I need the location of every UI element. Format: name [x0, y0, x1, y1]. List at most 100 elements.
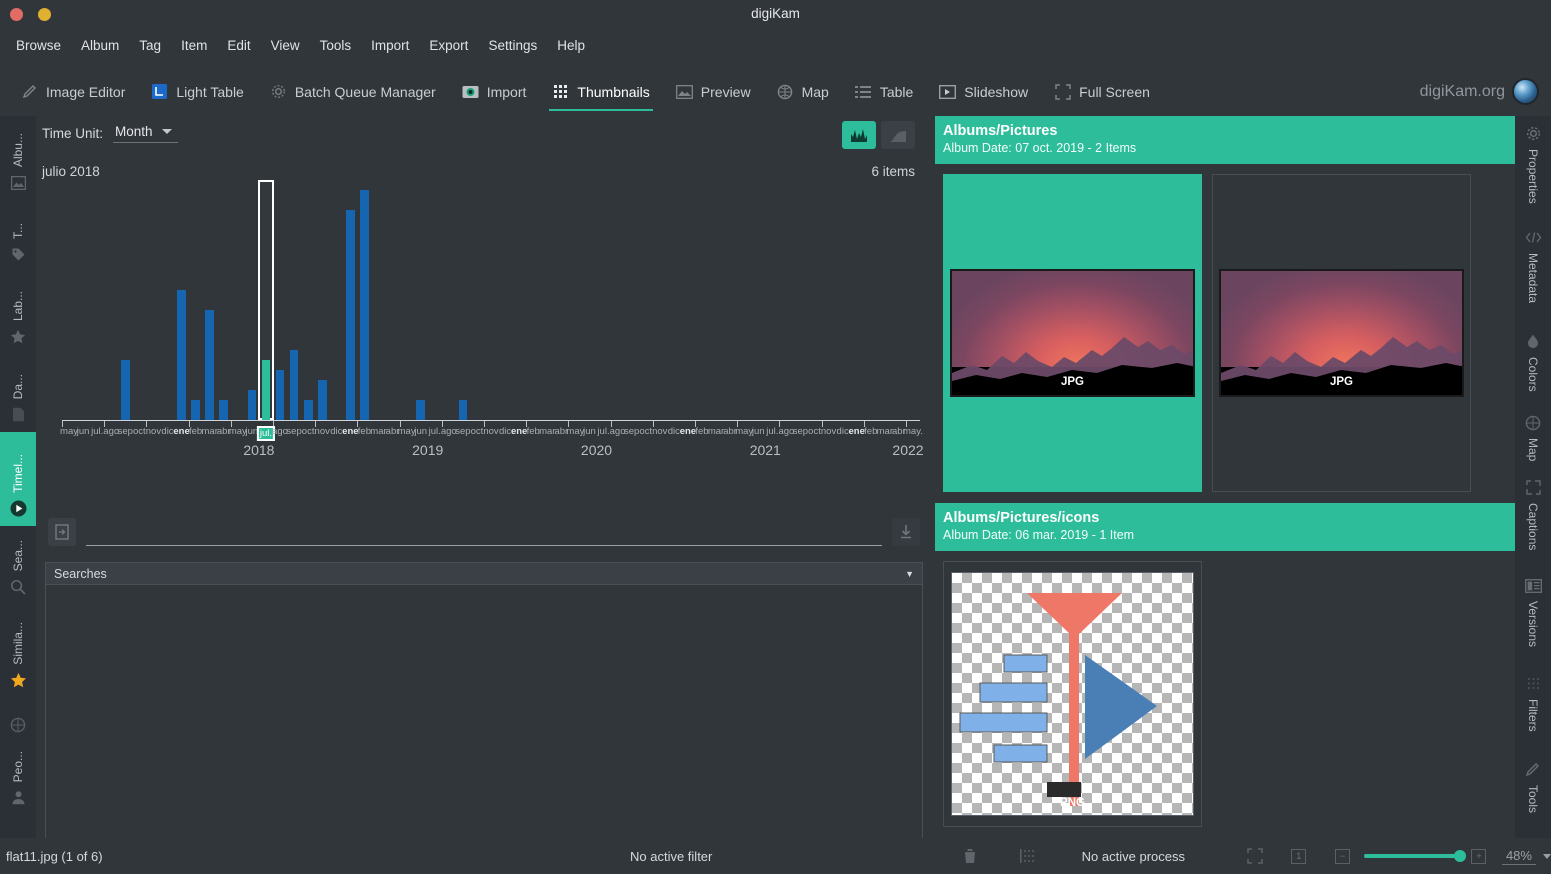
chart-month-label[interactable]: nov: [821, 426, 836, 437]
timeline-search-input[interactable]: [86, 518, 882, 546]
menu-album[interactable]: Album: [72, 35, 128, 56]
chart-month-label[interactable]: nov: [652, 426, 667, 437]
chart-month-label[interactable]: ene: [342, 426, 358, 437]
thumbnail-item[interactable]: PNG: [943, 561, 1202, 827]
chart-month-label[interactable]: jul.: [766, 426, 778, 437]
chart-month-label[interactable]: mar: [539, 426, 555, 437]
sidebar-item-map-left[interactable]: [0, 698, 36, 742]
chart-month-label[interactable]: jun: [414, 426, 427, 437]
chart-month-label[interactable]: jul.: [91, 426, 103, 437]
sidebar-item-tags[interactable]: T...: [0, 200, 36, 272]
chart-month-label[interactable]: dic: [837, 426, 849, 437]
menu-import[interactable]: Import: [362, 35, 418, 56]
tool-image-editor[interactable]: Image Editor: [8, 67, 138, 116]
zoom-level-label[interactable]: 48%: [1501, 848, 1536, 865]
menu-tag[interactable]: Tag: [130, 35, 170, 56]
reset-selection-button[interactable]: [48, 518, 76, 546]
menu-view[interactable]: View: [262, 35, 309, 56]
tool-slideshow[interactable]: Slideshow: [926, 67, 1041, 116]
chart-month-label[interactable]: jul.: [597, 426, 609, 437]
chart-month-label[interactable]: sep: [455, 426, 470, 437]
sidebar-item-similarity[interactable]: Simila...: [0, 604, 36, 698]
searches-list[interactable]: Searches ▼: [45, 562, 923, 874]
menu-settings[interactable]: Settings: [479, 35, 546, 56]
chart-month-label[interactable]: may: [398, 426, 416, 437]
menu-item[interactable]: Item: [172, 35, 216, 56]
chart-month-label[interactable]: dic: [499, 426, 511, 437]
fit-to-window-icon[interactable]: [1240, 838, 1270, 874]
chart-month-label[interactable]: may: [735, 426, 753, 437]
chart-month-label[interactable]: ene: [680, 426, 696, 437]
sidebar-item-properties[interactable]: Properties: [1515, 116, 1551, 220]
tool-table[interactable]: Table: [842, 67, 926, 116]
chart-month-label[interactable]: jul.: [429, 426, 441, 437]
logarithmic-scale-button[interactable]: [881, 121, 915, 149]
chart-bar[interactable]: [205, 310, 215, 420]
chart-bar[interactable]: [416, 400, 426, 420]
sidebar-item-tools[interactable]: Tools: [1515, 752, 1551, 828]
timeline-chart[interactable]: may jun jul. ago sep oct nov dic ene feb mar abr may…: [50, 180, 924, 470]
menu-edit[interactable]: Edit: [218, 35, 259, 56]
chart-month-label[interactable]: feb: [358, 426, 371, 437]
tool-map[interactable]: Map: [764, 67, 842, 116]
chart-month-label[interactable]: oct: [808, 426, 821, 437]
menu-help[interactable]: Help: [548, 35, 594, 56]
chart-month-label[interactable]: sep: [793, 426, 808, 437]
chart-bar[interactable]: [289, 350, 299, 420]
chart-month-label[interactable]: feb: [189, 426, 202, 437]
chart-month-label[interactable]: jun: [752, 426, 765, 437]
tool-thumbnails[interactable]: Thumbnails: [539, 67, 662, 116]
chart-month-label[interactable]: may: [60, 426, 78, 437]
chart-month-label[interactable]: nov: [483, 426, 498, 437]
chart-month-label[interactable]: dic: [668, 426, 680, 437]
chart-month-label[interactable]: ene: [849, 426, 865, 437]
chart-bar[interactable]: [360, 190, 369, 420]
menu-export[interactable]: Export: [420, 35, 477, 56]
chevron-down-icon[interactable]: [1542, 853, 1551, 859]
chart-month-label[interactable]: may: [229, 426, 247, 437]
save-search-button[interactable]: [892, 518, 920, 546]
tool-preview[interactable]: Preview: [663, 67, 764, 116]
chart-month-label[interactable]: may.: [903, 426, 923, 437]
chart-month-label[interactable]: oct: [471, 426, 484, 437]
chart-month-label[interactable]: mar: [877, 426, 893, 437]
chart-bar[interactable]: [219, 400, 229, 420]
sidebar-item-labels[interactable]: Lab...: [0, 272, 36, 354]
chart-month-label[interactable]: ene: [511, 426, 527, 437]
chart-month-label[interactable]: oct: [133, 426, 146, 437]
chart-month-label[interactable]: jun: [583, 426, 596, 437]
zoom-in-icon[interactable]: +: [1464, 838, 1494, 874]
chart-month-label[interactable]: sep: [286, 426, 301, 437]
sidebar-item-captions[interactable]: Captions: [1515, 470, 1551, 568]
thumbnail-item[interactable]: JPG: [943, 174, 1202, 492]
chart-month-label[interactable]: oct: [639, 426, 652, 437]
chart-month-label[interactable]: sep: [118, 426, 133, 437]
chart-bar[interactable]: [177, 290, 186, 420]
zoom-100-icon[interactable]: 1: [1284, 838, 1314, 874]
zoom-slider[interactable]: [1363, 850, 1466, 862]
chart-month-label[interactable]: feb: [695, 426, 708, 437]
chart-bar-selected[interactable]: [261, 360, 271, 420]
sidebar-item-timeline[interactable]: Timel...: [0, 432, 36, 526]
chart-month-label[interactable]: feb: [864, 426, 877, 437]
chart-month-label[interactable]: ene: [173, 426, 189, 437]
sidebar-item-colors[interactable]: Colors: [1515, 324, 1551, 406]
chart-bar[interactable]: [345, 210, 355, 420]
chart-month-label[interactable]: nov: [315, 426, 330, 437]
chart-month-label[interactable]: mar: [202, 426, 218, 437]
thumbnail-settings-icon[interactable]: [1013, 838, 1043, 874]
menu-tools[interactable]: Tools: [311, 35, 361, 56]
linear-scale-button[interactable]: [842, 121, 876, 149]
chevron-down-icon[interactable]: ▼: [905, 569, 914, 579]
chart-bar[interactable]: [120, 360, 130, 420]
sidebar-item-versions[interactable]: Versions: [1515, 568, 1551, 666]
tool-batch-queue-manager[interactable]: Batch Queue Manager: [257, 67, 449, 116]
sidebar-item-searches[interactable]: Sea...: [0, 526, 36, 604]
sidebar-item-albums[interactable]: Albu...: [0, 116, 36, 200]
chart-month-label[interactable]: sep: [624, 426, 639, 437]
chart-month-label[interactable]: nov: [146, 426, 161, 437]
sidebar-item-metadata[interactable]: Metadata: [1515, 220, 1551, 324]
zoom-out-icon[interactable]: −: [1328, 838, 1358, 874]
chart-month-label[interactable]: dic: [330, 426, 342, 437]
chart-bar[interactable]: [275, 370, 285, 420]
